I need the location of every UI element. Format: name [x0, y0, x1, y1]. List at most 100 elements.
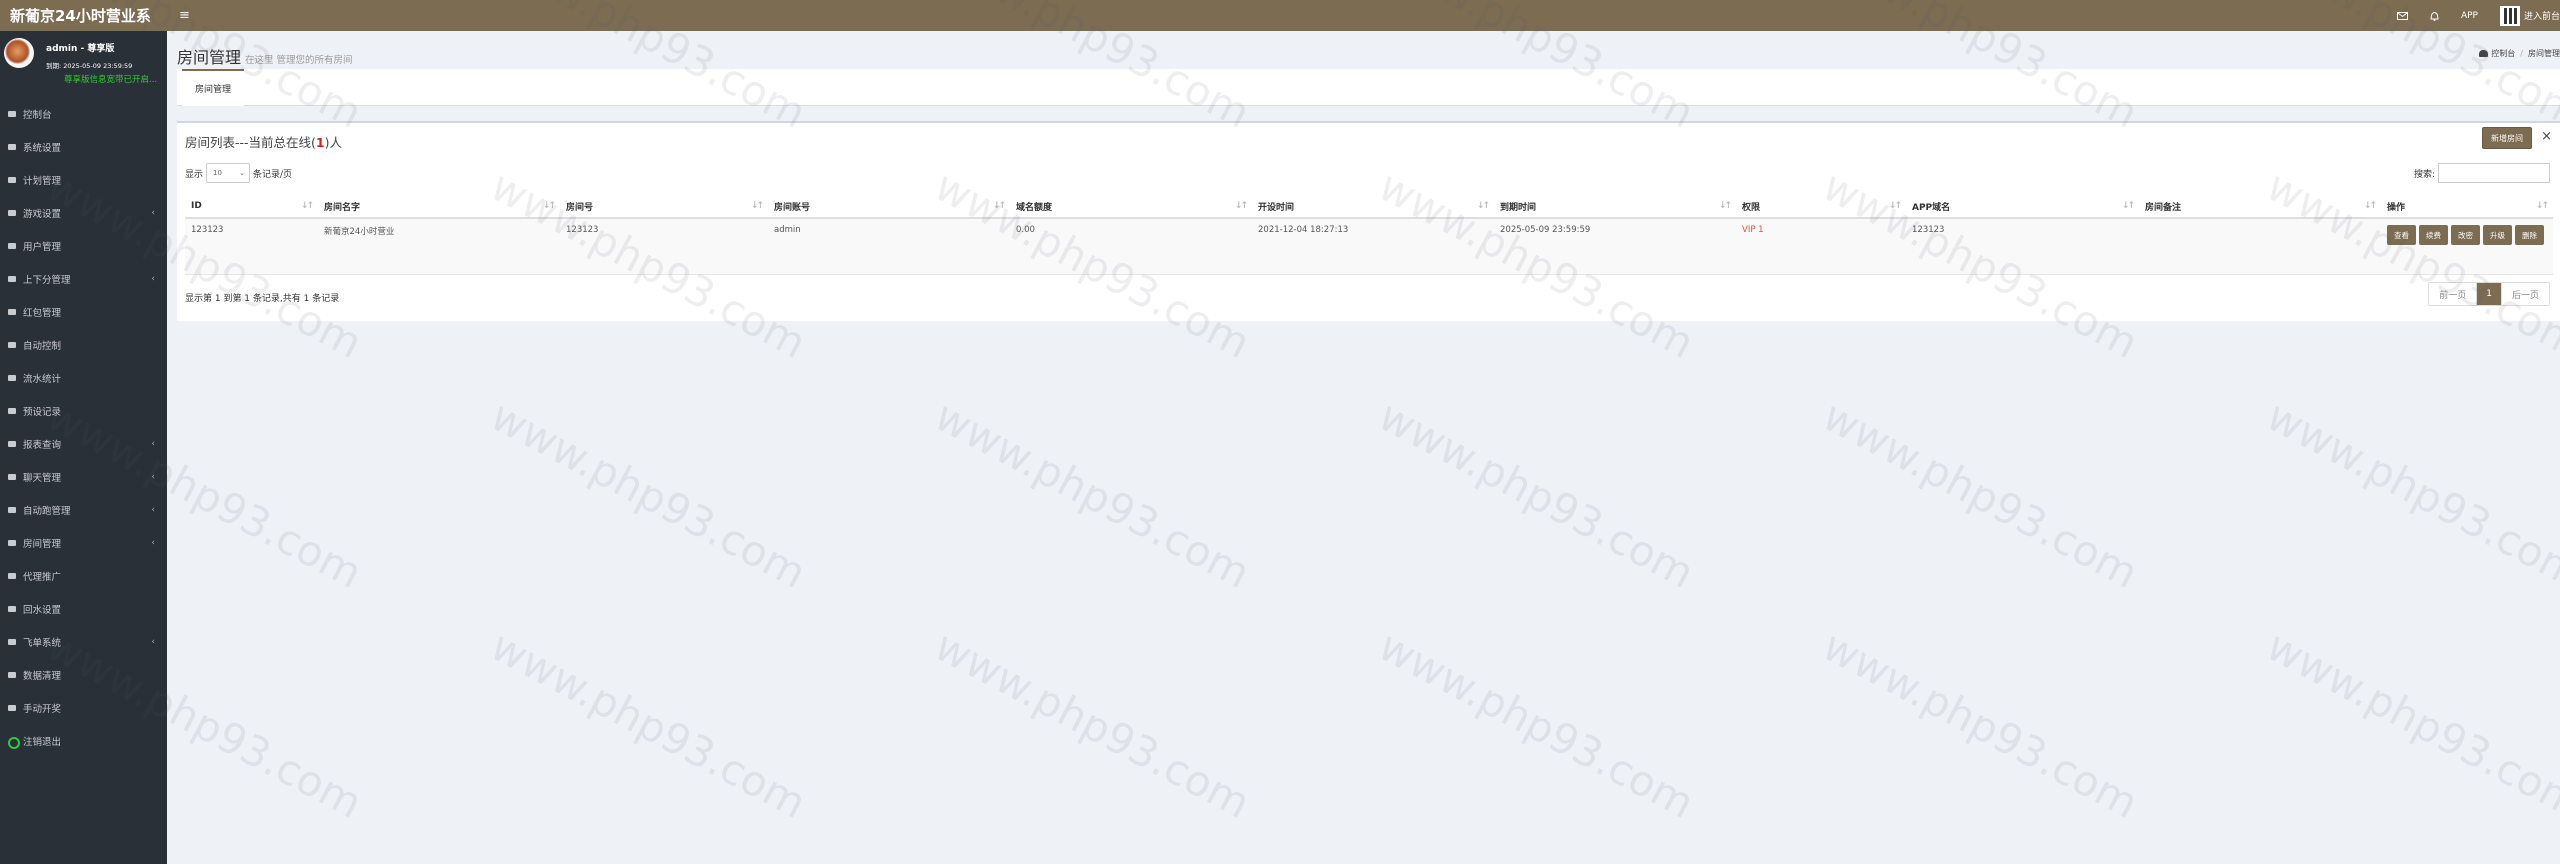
online-count: 1: [315, 135, 325, 150]
user-notice: 尊享版信息宽带已开启...: [64, 75, 158, 85]
chevron-left-icon: ‹: [151, 207, 155, 218]
column-header[interactable]: 权限 ↓↑: [1736, 195, 1906, 219]
prev-page-button[interactable]: 前一页: [2429, 283, 2478, 305]
sidebar-item-2[interactable]: 计划管理: [0, 163, 167, 196]
close-icon[interactable]: ×: [2541, 129, 2552, 144]
top-bar: 新葡京24小时营业系 ≡ APP 进入前台: [0, 0, 2560, 31]
brand-title[interactable]: 新葡京24小时营业系: [0, 0, 167, 31]
list-icon: [8, 308, 17, 316]
delete-button[interactable]: 删除: [2515, 225, 2544, 245]
sort-icon: ↓↑: [542, 201, 556, 211]
sidebar-item-9[interactable]: 预设记录: [0, 394, 167, 427]
sidebar-item-0[interactable]: 控制台: [0, 97, 167, 130]
sidebar-item-11[interactable]: 聊天管理 ‹: [0, 460, 167, 493]
column-header[interactable]: 房间号 ↓↑: [560, 195, 768, 219]
page-length-select[interactable]: 10 ⌄: [206, 163, 251, 183]
breadcrumb-home[interactable]: 控制台: [2491, 48, 2515, 59]
sidebar-item-label: 房间管理: [23, 538, 62, 550]
renew-button[interactable]: 续费: [2419, 225, 2448, 245]
column-header-label: 域名额度: [1016, 202, 1053, 213]
sidebar-item-17[interactable]: 数据清理: [0, 658, 167, 691]
breadcrumb-current: 房间管理: [2528, 49, 2560, 58]
sidebar-item-8[interactable]: 流水统计: [0, 361, 167, 394]
sidebar-item-label: 红包管理: [23, 307, 62, 319]
sidebar-item-13[interactable]: 房间管理 ‹: [0, 526, 167, 559]
enter-front-link[interactable]: 进入前台: [2499, 5, 2560, 26]
sidebar-item-19[interactable]: 注销退出: [0, 724, 167, 757]
sidebar-item-10[interactable]: 报表查询 ‹: [0, 427, 167, 460]
page-1-button[interactable]: 1: [2477, 283, 2501, 305]
chevron-left-icon: ‹: [151, 273, 155, 284]
sidebar-item-label: 自动跑管理: [23, 505, 71, 517]
change-password-button[interactable]: 改密: [2451, 225, 2480, 245]
column-header-label: 操作: [2387, 202, 2406, 213]
tab-bar: 房间管理: [177, 69, 2560, 106]
sidebar-item-16[interactable]: 飞单系统 ‹: [0, 625, 167, 658]
sidebar-item-label: 计划管理: [23, 175, 62, 187]
sidebar-item-label: 数据清理: [23, 670, 62, 682]
mail-icon[interactable]: [2396, 11, 2408, 20]
upgrade-button[interactable]: 升级: [2483, 225, 2512, 245]
sidebar-item-1[interactable]: 系统设置: [0, 130, 167, 163]
list-icon: [8, 440, 17, 448]
column-header[interactable]: APP域名 ↓↑: [1906, 195, 2139, 219]
plane-icon: [8, 638, 17, 646]
sidebar-item-label: 手动开奖: [23, 703, 62, 715]
box-title: 房间列表---当前总在线(1)人: [185, 132, 342, 151]
add-room-button[interactable]: 新增房间: [2482, 127, 2532, 149]
column-header-label: 到期时间: [1500, 202, 1537, 213]
tab-room-management[interactable]: 房间管理: [182, 69, 244, 106]
column-header[interactable]: 开设时间 ↓↑: [1252, 195, 1494, 219]
sidebar-item-12[interactable]: 自动跑管理 ‹: [0, 493, 167, 526]
chevron-left-icon: ‹: [151, 537, 155, 548]
search-input[interactable]: [2438, 163, 2550, 183]
column-header[interactable]: 房间名字 ↓↑: [318, 195, 560, 219]
sidebar-item-15[interactable]: 回水设置: [0, 592, 167, 625]
sidebar-item-label: 预设记录: [23, 406, 62, 418]
chevron-left-icon: ‹: [151, 504, 155, 515]
table-cell: 新葡京24小时营业: [318, 218, 560, 275]
sidebar-item-6[interactable]: 红包管理: [0, 295, 167, 328]
sidebar-item-14[interactable]: 代理推广: [0, 559, 167, 592]
column-header[interactable]: 操作 ↓↑: [2381, 195, 2553, 219]
sort-icon: ↓↑: [2535, 201, 2549, 211]
menu-toggle-icon[interactable]: ≡: [179, 8, 190, 23]
chevron-left-icon: ‹: [151, 438, 155, 449]
breadcrumb-separator: /: [2520, 49, 2523, 58]
app-link[interactable]: APP: [2461, 11, 2478, 21]
sidebar-item-7[interactable]: 自动控制: [0, 328, 167, 361]
length-suffix: 条记录/页: [253, 169, 293, 180]
view-button[interactable]: 查看: [2387, 225, 2416, 245]
sidebar-item-18[interactable]: 手动开奖: [0, 691, 167, 724]
user-icon: [8, 242, 17, 250]
sidebar-item-label: 上下分管理: [23, 274, 71, 286]
sidebar-item-5[interactable]: 上下分管理 ‹: [0, 262, 167, 295]
column-header[interactable]: 域名额度 ↓↑: [1010, 195, 1252, 219]
sidebar-item-label: 注销退出: [23, 736, 62, 748]
column-header-label: 权限: [1742, 202, 1761, 213]
chat-icon: [8, 506, 17, 514]
table-cell: 123123: [560, 218, 768, 275]
sidebar-item-4[interactable]: 用户管理: [0, 229, 167, 262]
box-title-prefix: 房间列表---当前总在线(: [185, 135, 316, 150]
column-header-label: 房间账号: [774, 202, 811, 213]
bell-icon[interactable]: [2430, 11, 2439, 21]
table-cell: admin: [768, 218, 1010, 275]
length-prefix: 显示: [185, 169, 204, 180]
sort-icon: ↓↑: [1234, 201, 1248, 211]
column-header-label: 房间备注: [2145, 202, 2182, 213]
users-icon: [8, 572, 17, 580]
column-header[interactable]: 到期时间 ↓↑: [1494, 195, 1736, 219]
table-cell: 2025-05-09 23:59:59: [1494, 218, 1736, 275]
next-page-button[interactable]: 后一页: [2500, 283, 2549, 305]
sidebar-item-label: 流水统计: [23, 373, 62, 385]
sidebar-item-3[interactable]: 游戏设置 ‹: [0, 196, 167, 229]
list-icon: [8, 407, 17, 415]
column-header-label: ID: [191, 201, 202, 211]
column-header[interactable]: 房间账号 ↓↑: [768, 195, 1010, 219]
sidebar-item-label: 控制台: [23, 109, 52, 121]
search-control: 搜索:: [2414, 163, 2550, 183]
column-header-label: APP域名: [1912, 202, 1951, 213]
column-header[interactable]: 房间备注 ↓↑: [2139, 195, 2381, 219]
column-header[interactable]: ID ↓↑: [185, 195, 318, 219]
